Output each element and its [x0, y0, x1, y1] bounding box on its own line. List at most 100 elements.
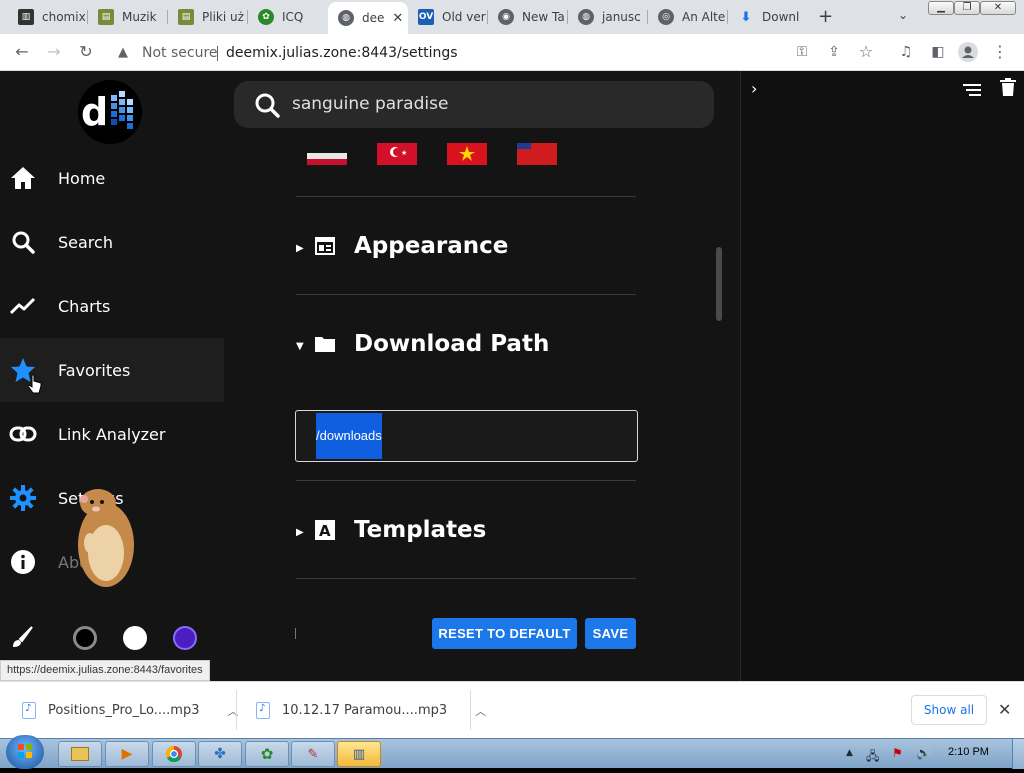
scrollbar-thumb[interactable] [716, 247, 722, 321]
browser-tab[interactable]: ◍ janusc [568, 4, 648, 30]
flag-option[interactable]: ★ [377, 143, 417, 165]
key-icon[interactable]: ⚿ [792, 42, 812, 62]
browser-toolbar: ← → ↻ ▲ Not secure deemix.julias.zone:84… [0, 34, 1024, 71]
theme-light-swatch[interactable] [123, 626, 147, 650]
download-item[interactable]: Positions_Pro_Lo....mp3 ︿ [22, 682, 238, 739]
deemix-logo[interactable]: d [77, 79, 143, 145]
icq-icon: ✿ [258, 9, 274, 25]
start-button[interactable] [6, 735, 44, 769]
section-appearance[interactable]: ▶ Appearance [296, 226, 636, 266]
media-control-icon[interactable]: ♫ [896, 42, 916, 62]
browser-tab-active[interactable]: ◍ dee ✕ [328, 2, 408, 34]
taskbar-app[interactable]: ✤ [198, 741, 242, 767]
reset-to-default-button[interactable]: RESET TO DEFAULT [432, 618, 577, 649]
sidebar-item-search[interactable]: Search [0, 210, 224, 274]
forward-icon[interactable]: → [44, 42, 64, 62]
close-tab-icon[interactable]: ✕ [392, 11, 403, 26]
app-icon: ✤ [214, 746, 226, 762]
new-tab-button[interactable]: + [818, 6, 833, 27]
sidebar-item-favorites[interactable]: Favorites [0, 338, 224, 402]
taskbar-chrome[interactable] [152, 741, 196, 767]
search-icon [9, 228, 37, 256]
folder-icon: ▥ [352, 746, 366, 762]
volume-icon[interactable]: 🔊 [916, 746, 931, 760]
flag-option[interactable] [447, 143, 487, 165]
browser-tab[interactable]: ▤ Pliki uż [168, 4, 248, 30]
theme-dark-swatch[interactable] [73, 626, 97, 650]
taskbar-app[interactable]: ✎ [291, 741, 335, 767]
taskbar-explorer[interactable] [58, 741, 102, 767]
address-bar[interactable]: ▲ Not secure deemix.julias.zone:8443/set… [108, 39, 888, 67]
link-icon [9, 420, 37, 448]
browser-menu-icon[interactable]: ⋮ [990, 42, 1010, 62]
page-scrollbar[interactable] [714, 71, 740, 681]
download-icon: ⬇ [740, 9, 752, 25]
caret-down-icon: ▼ [296, 341, 304, 352]
download-path-input[interactable]: /downloads [295, 410, 638, 462]
sidebar-item-link-analyzer[interactable]: Link Analyzer [0, 402, 224, 466]
svg-text:★: ★ [401, 149, 407, 157]
tray-expand-icon[interactable]: ▲ [846, 748, 853, 758]
browser-tab[interactable]: ▥ chomix [8, 4, 88, 30]
clock[interactable]: 2:10 PM [948, 746, 989, 758]
search-bar[interactable] [234, 81, 714, 128]
expand-panel-icon[interactable]: › [751, 79, 757, 98]
sidebar-item-charts[interactable]: Charts [0, 274, 224, 338]
bookmark-star-icon[interactable]: ☆ [856, 42, 876, 62]
divider [296, 480, 636, 481]
profile-avatar-icon[interactable] [958, 42, 978, 62]
close-download-bar-icon[interactable]: ✕ [998, 700, 1011, 719]
side-panel-icon[interactable]: ◧ [928, 42, 948, 62]
divider [296, 196, 636, 197]
taskbar-app-active[interactable]: ▥ [337, 741, 381, 767]
flag-option[interactable] [307, 147, 347, 165]
url-text[interactable]: deemix.julias.zone:8443/settings [226, 45, 458, 61]
reload-icon[interactable]: ↻ [76, 42, 96, 62]
browser-tab[interactable]: ⬇ Downl [728, 4, 808, 30]
flag-option[interactable] [517, 143, 557, 165]
chart-line-icon [9, 292, 37, 320]
browser-tab[interactable]: ◎ An Alte [648, 4, 728, 30]
security-label: Not secure [142, 45, 218, 61]
back-icon[interactable]: ← [12, 42, 32, 62]
chevron-up-icon[interactable]: ︿ [475, 703, 486, 719]
list-icon[interactable] [963, 81, 981, 100]
show-all-downloads-button[interactable]: Show all [911, 695, 987, 725]
show-desktop-button[interactable] [1012, 739, 1024, 769]
download-filename: 10.12.17 Paramou....mp3 [282, 703, 448, 718]
browser-tab[interactable]: ▤ Muzik [88, 4, 168, 30]
taskbar-media-player[interactable]: ▶ [105, 741, 149, 767]
download-path-value[interactable]: /downloads [316, 413, 382, 459]
trash-icon[interactable] [1000, 78, 1016, 100]
sidebar-item-home[interactable]: Home [0, 146, 224, 210]
save-button[interactable]: SAVE [585, 618, 636, 649]
search-input[interactable] [292, 91, 692, 117]
app-icon: ✎ [307, 746, 319, 762]
chomikuj-icon: ▥ [18, 9, 34, 25]
browser-tab[interactable]: OV Old ver [408, 4, 488, 30]
caret-right-icon: ▶ [296, 243, 304, 254]
settings-main: ★ ▶ Appearance ▼ Download Path /download… [224, 71, 724, 681]
text-cursor [295, 628, 296, 639]
minimize-window-button[interactable]: ▁ [928, 1, 954, 15]
folder-icon: ▤ [178, 9, 194, 25]
audio-file-icon [256, 702, 270, 719]
section-templates[interactable]: ▶ A Templates [296, 510, 636, 550]
share-icon[interactable]: ⇪ [824, 42, 844, 62]
close-window-button[interactable]: ✕ [980, 1, 1016, 15]
taskbar-icq[interactable]: ✿ [245, 741, 289, 767]
download-item[interactable]: 10.12.17 Paramou....mp3 ︿ [256, 682, 486, 739]
action-center-icon[interactable]: ⚑ [892, 746, 903, 760]
section-download-path[interactable]: ▼ Download Path [296, 324, 636, 364]
maximize-window-button[interactable]: ❐ [954, 1, 980, 15]
home-icon [9, 164, 37, 192]
browser-tab-strip: ▥ chomix ▤ Muzik ▤ Pliki uż ✿ ICQ ◍ dee … [0, 0, 1024, 34]
network-icon[interactable]: 🖧 [866, 747, 879, 768]
browser-tab[interactable]: ◉ New Ta [488, 4, 568, 30]
browser-tab[interactable]: ✿ ICQ [248, 4, 328, 30]
tab-search-icon[interactable]: ⌄ [898, 8, 908, 22]
warning-icon: ▲ [118, 45, 128, 60]
svg-text:A: A [319, 522, 331, 540]
letter-a-icon: A [314, 519, 336, 541]
theme-purple-swatch[interactable] [173, 626, 197, 650]
